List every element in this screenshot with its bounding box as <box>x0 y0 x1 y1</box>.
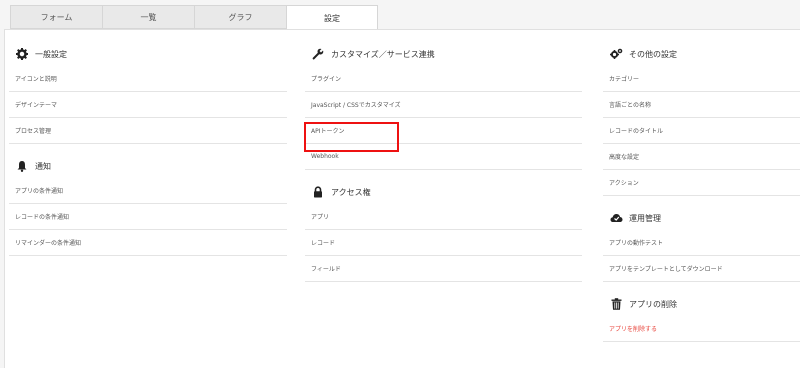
link-delete-app[interactable]: アプリを削除する <box>603 316 800 342</box>
bell-icon <box>15 159 29 173</box>
section-title: アプリの削除 <box>629 299 677 309</box>
section-operations: 運用管理 <box>603 206 800 230</box>
settings-tab-bar: フォーム 一覧 グラフ 設定 <box>10 5 378 30</box>
link-access-app[interactable]: アプリ <box>305 204 582 230</box>
column-right: その他の設定 カテゴリー 言語ごとの名称 レコードのタイトル 高度な設定 アクシ… <box>603 42 800 342</box>
link-record-notification[interactable]: レコードの条件通知 <box>9 204 287 230</box>
lock-icon <box>311 185 325 199</box>
link-app-test[interactable]: アプリの動作テスト <box>603 230 800 256</box>
link-actions[interactable]: アクション <box>603 170 800 196</box>
section-title: 運用管理 <box>629 213 661 223</box>
section-access: アクセス権 <box>305 180 582 204</box>
link-record-title[interactable]: レコードのタイトル <box>603 118 800 144</box>
tab-graph[interactable]: グラフ <box>194 5 286 29</box>
gear-icon <box>15 47 29 61</box>
column-left: 一般設定 アイコンと説明 デザインテーマ プロセス管理 通知 アプリの条件通知 … <box>9 42 287 256</box>
gears-icon <box>609 47 623 61</box>
api-token-highlight <box>304 122 399 152</box>
link-process-management[interactable]: プロセス管理 <box>9 118 287 144</box>
link-app-notification[interactable]: アプリの条件通知 <box>9 178 287 204</box>
section-customize: カスタマイズ／サービス連携 <box>305 42 582 66</box>
link-category[interactable]: カテゴリー <box>603 66 800 92</box>
section-delete: アプリの削除 <box>603 292 800 316</box>
link-design-theme[interactable]: デザインテーマ <box>9 92 287 118</box>
section-general: 一般設定 <box>9 42 287 66</box>
section-title: 通知 <box>35 161 51 171</box>
settings-panel: 一般設定 アイコンと説明 デザインテーマ プロセス管理 通知 アプリの条件通知 … <box>4 29 800 368</box>
link-reminder-notification[interactable]: リマインダーの条件通知 <box>9 230 287 256</box>
link-download-template[interactable]: アプリをテンプレートとしてダウンロード <box>603 256 800 282</box>
column-middle: カスタマイズ／サービス連携 プラグイン JavaScript / CSSでカスタ… <box>305 42 582 282</box>
tab-settings[interactable]: 設定 <box>286 5 378 30</box>
wrench-icon <box>311 47 325 61</box>
section-title: カスタマイズ／サービス連携 <box>331 49 435 59</box>
section-notifications: 通知 <box>9 154 287 178</box>
cloud-icon <box>609 211 623 225</box>
trash-icon <box>609 297 623 311</box>
link-plugins[interactable]: プラグイン <box>305 66 582 92</box>
link-icon-description[interactable]: アイコンと説明 <box>9 66 287 92</box>
section-title: 一般設定 <box>35 49 67 59</box>
tab-form[interactable]: フォーム <box>10 5 102 29</box>
link-access-field[interactable]: フィールド <box>305 256 582 282</box>
section-other: その他の設定 <box>603 42 800 66</box>
section-title: その他の設定 <box>629 49 677 59</box>
link-language-names[interactable]: 言語ごとの名称 <box>603 92 800 118</box>
link-js-css-customize[interactable]: JavaScript / CSSでカスタマイズ <box>305 92 582 118</box>
section-title: アクセス権 <box>331 187 371 197</box>
link-access-record[interactable]: レコード <box>305 230 582 256</box>
link-advanced-settings[interactable]: 高度な設定 <box>603 144 800 170</box>
tab-list[interactable]: 一覧 <box>102 5 194 29</box>
